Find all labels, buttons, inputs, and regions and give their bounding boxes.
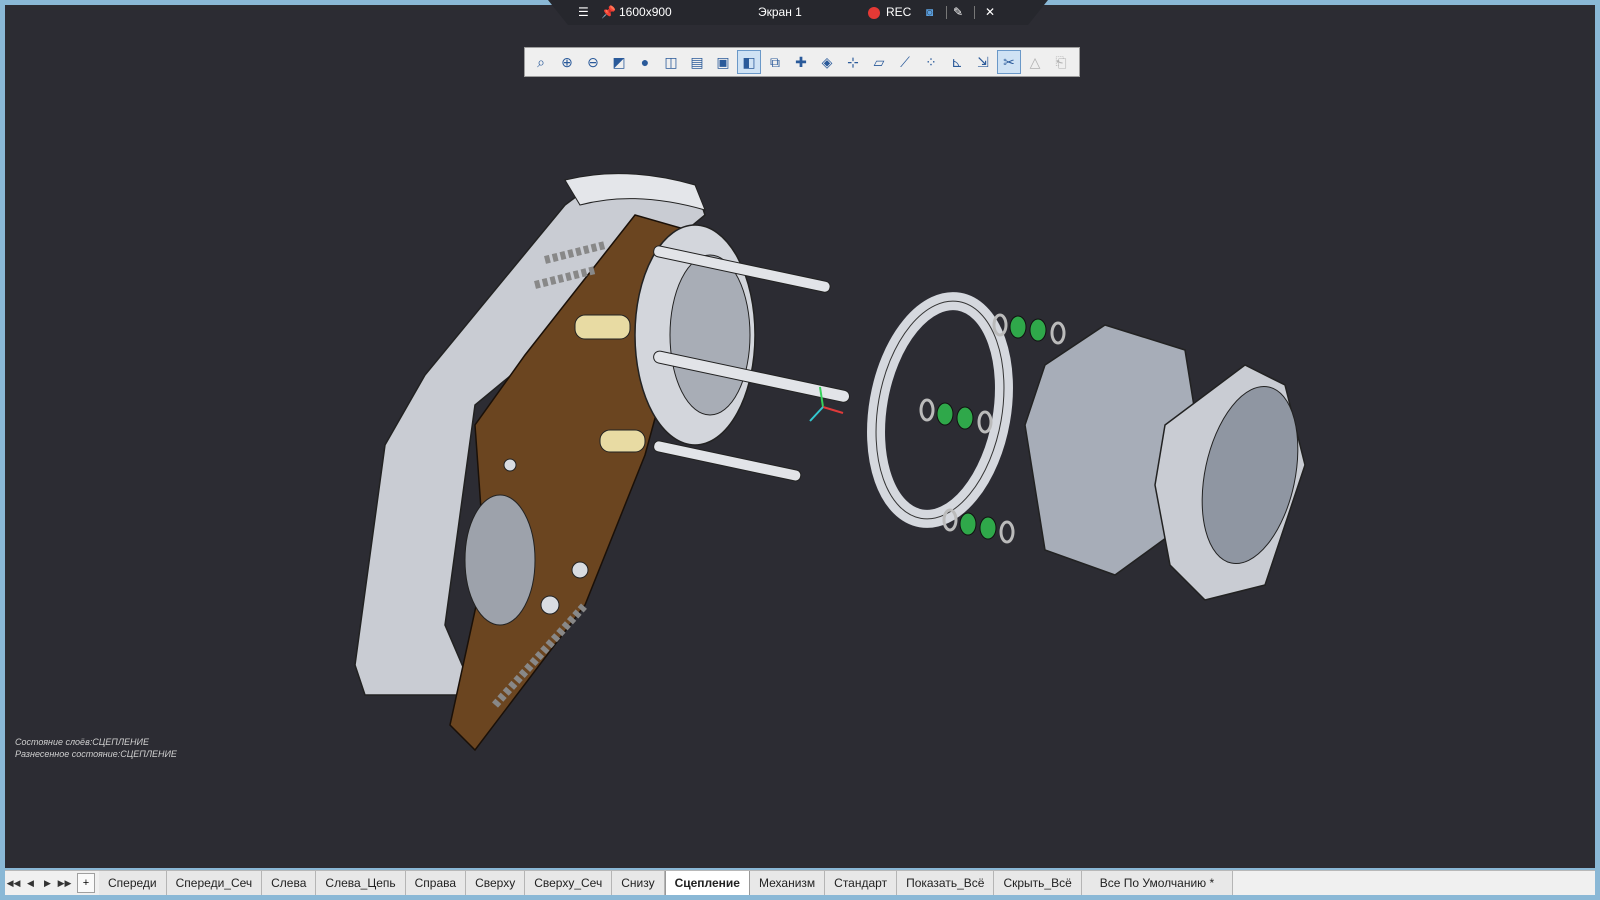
add-tab-button[interactable]: + xyxy=(77,873,95,893)
camera-icon[interactable]: ◙ xyxy=(926,0,933,25)
record-icon xyxy=(868,6,880,19)
rec-label: REC xyxy=(886,5,912,19)
hamburger-menu-icon[interactable]: ☰ xyxy=(578,0,589,25)
plane-icon[interactable]: ▱ xyxy=(867,50,891,74)
zoom-window-icon[interactable]: ⌕ xyxy=(529,50,553,74)
points-icon[interactable]: ⁘ xyxy=(919,50,943,74)
tab-13[interactable]: Все По Умолчанию * xyxy=(1081,871,1234,895)
tab-list: Спереди Спереди_Сеч Слева Слева_Цепь Справа С… xyxy=(99,871,1234,895)
axis-z xyxy=(809,406,824,422)
rec-button[interactable]: REC xyxy=(868,0,911,25)
select-filter-icon[interactable]: ◧ xyxy=(737,50,761,74)
tab-next-button[interactable]: ▶ xyxy=(39,871,56,895)
resolution-label[interactable]: 1600x900 xyxy=(619,0,672,25)
plate-bolt xyxy=(540,595,560,615)
close-icon[interactable]: ✕ xyxy=(985,0,995,25)
explode-icon[interactable]: ✂ xyxy=(997,50,1021,74)
screen-name-label[interactable]: Экран 1 xyxy=(758,0,802,25)
exploded-assembly-model[interactable] xyxy=(5,5,1595,868)
zoom-out-icon[interactable]: ⊖ xyxy=(581,50,605,74)
shaft xyxy=(653,440,802,482)
tab-7[interactable]: Снизу xyxy=(612,871,665,895)
transform-icon[interactable]: ⇲ xyxy=(971,50,995,74)
plate-bolt xyxy=(503,458,517,472)
window-border xyxy=(5,895,1595,900)
section-view-icon[interactable]: ▤ xyxy=(685,50,709,74)
layer-status: Состояние слоёв:СЦЕПЛЕНИЕ Разнесенное со… xyxy=(15,736,177,760)
brass-bushing xyxy=(599,429,646,453)
tab-8[interactable]: Сцепление xyxy=(664,871,750,895)
insert-part-icon[interactable]: ⧉ xyxy=(763,50,787,74)
pen-icon[interactable]: ✎ xyxy=(953,0,963,25)
coordinate-system-icon[interactable]: ⊾ xyxy=(945,50,969,74)
axes-icon[interactable]: ⊹ xyxy=(841,50,865,74)
tab-2[interactable]: Слева xyxy=(262,871,317,895)
remote-session-bar: ☰ 📌 1600x900 Экран 1 REC ◙ ✎ ✕ xyxy=(548,0,1048,25)
brass-bushing xyxy=(574,314,631,340)
3d-viewport[interactable]: Состояние слоёв:СЦЕПЛЕНИЕ Разнесенное со… xyxy=(5,5,1595,868)
tab-10[interactable]: Стандарт xyxy=(825,871,898,895)
tab-prev-button[interactable]: ◀ xyxy=(22,871,39,895)
tab-last-button[interactable]: ▶▶ xyxy=(56,871,73,895)
camera-view-icon[interactable]: ▣ xyxy=(711,50,735,74)
tab-3[interactable]: Слева_Цепь xyxy=(316,871,406,895)
pin-icon[interactable]: 📌 xyxy=(601,0,616,25)
tab-6[interactable]: Сверху_Сеч xyxy=(525,871,613,895)
plate-bolt xyxy=(571,561,589,579)
properties-icon[interactable]: ◈ xyxy=(815,50,839,74)
view-cube-icon[interactable]: ◫ xyxy=(659,50,683,74)
line-icon[interactable]: ⟋ xyxy=(893,50,917,74)
exploded-state-text: Разнесенное состояние:СЦЕПЛЕНИЕ xyxy=(15,749,177,759)
tab-1[interactable]: Спереди_Сеч xyxy=(166,871,263,895)
shading-icon[interactable]: ● xyxy=(633,50,657,74)
tab-4[interactable]: Справа xyxy=(405,871,467,895)
view-tabs-bar: ◀◀ ◀ ▶ ▶▶ + Спереди Спереди_Сеч Слева Слева… xyxy=(5,870,1595,895)
view-toolbar: ⌕ ⊕ ⊖ ◩ ● ◫ ▤ ▣ ◧ ⧉ ✚ ◈ ⊹ ▱ ⟋ ⁘ ⊾ ⇲ ✂ △ ⎗ xyxy=(524,47,1080,77)
add-component-icon[interactable]: ✚ xyxy=(789,50,813,74)
plate-hole xyxy=(464,494,536,626)
tab-first-button[interactable]: ◀◀ xyxy=(5,871,22,895)
tab-9[interactable]: Механизм xyxy=(749,871,826,895)
tab-0[interactable]: Спереди xyxy=(99,871,167,895)
zoom-in-icon[interactable]: ⊕ xyxy=(555,50,579,74)
layer-state-text: Состояние слоёв:СЦЕПЛЕНИЕ xyxy=(15,737,149,747)
tab-5[interactable]: Сверху xyxy=(466,871,526,895)
export-icon: ⎗ xyxy=(1055,53,1067,70)
zoom-fit-icon[interactable]: ◩ xyxy=(607,50,631,74)
axis-x xyxy=(822,406,844,414)
constraint-icon: △ xyxy=(1029,53,1041,70)
hub-inner xyxy=(669,254,751,416)
tab-11[interactable]: Показать_Всё xyxy=(897,871,995,895)
tab-12[interactable]: Скрыть_Всё xyxy=(994,871,1082,895)
